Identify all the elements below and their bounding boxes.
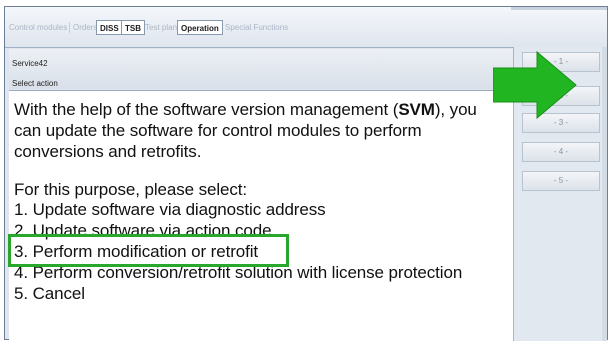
green-arrow-icon (493, 50, 577, 120)
instruction-panel: With the help of the software version ma… (9, 90, 513, 341)
tab-special-functions[interactable]: Special Functions (223, 20, 290, 35)
tab-separator (69, 22, 70, 33)
intro-line-3: conversions and retrofits. (14, 142, 202, 161)
select-prompt: For this purpose, please select: (14, 180, 248, 199)
tab-test-plan[interactable]: Test plan (143, 20, 179, 35)
svm-abbreviation: SVM (398, 100, 435, 119)
option-5: 5. Cancel (14, 284, 85, 303)
intro-line-2: can update the software for control modu… (14, 121, 422, 140)
tab-operation[interactable]: Operation (177, 20, 223, 35)
tab-control-modules[interactable]: Control modules (7, 20, 69, 35)
tab-bar: Control modules Orders DISS TSB Test pla… (5, 7, 607, 48)
page-header: Service42 Select action (9, 49, 513, 89)
tab-diss[interactable]: DISS (96, 20, 123, 35)
page-subtitle: Select action (12, 79, 58, 88)
tab-tsb[interactable]: TSB (121, 20, 145, 35)
intro-line-1-text: With the help of the software version ma… (14, 100, 477, 119)
option-2-highlight-box (8, 234, 289, 267)
vertical-scrollbar[interactable] (602, 47, 607, 341)
action-button-4[interactable]: - 4 - (522, 142, 600, 162)
option-1: 1. Update software via diagnostic addres… (14, 200, 326, 219)
action-button-5[interactable]: - 5 - (522, 171, 600, 191)
top-strip (511, 7, 607, 10)
intro-line-1: With the help of the software version ma… (14, 100, 477, 120)
page-title: Service42 (12, 59, 48, 68)
